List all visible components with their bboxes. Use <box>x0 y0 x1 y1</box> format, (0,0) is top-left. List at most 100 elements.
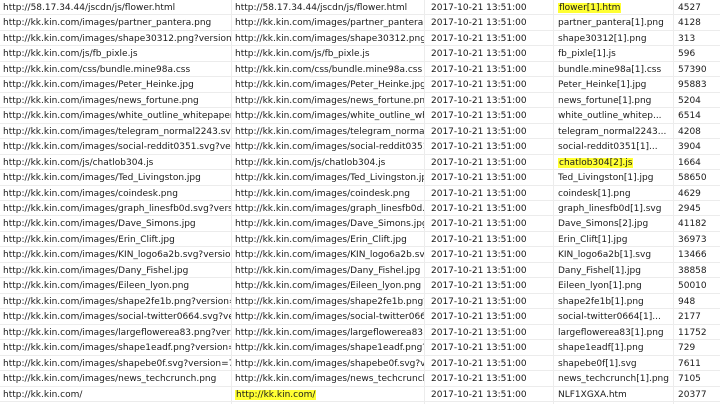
filename-cell-text: chatlob304[2].js <box>558 157 634 168</box>
url-cell: http://kk.kin.com/images/telegram_normal… <box>0 123 232 141</box>
url-cell-text: http://kk.kin.com/js/fb_pixle.js <box>3 49 138 60</box>
size-cell: 4527 <box>674 0 720 17</box>
size-cell: 7611 <box>674 356 720 373</box>
referrer-cell-text: http://kk.kin.com/images/coindesk.png <box>235 188 410 199</box>
filename-cell: flower[1].htm <box>554 0 674 17</box>
table-row[interactable]: http://kk.kin.com/images/graph_linesfb0d… <box>0 201 720 218</box>
table-row[interactable]: http://kk.kin.com/images/KIN_logo6a2b.sv… <box>0 247 720 265</box>
table-row[interactable]: http://kk.kin.com/js/fb_pixle.js http://k… <box>0 46 720 64</box>
filename-cell: graph_linesfb0d[1].svg <box>554 201 674 218</box>
referrer-cell: http://kk.kin.com/images/Eileen_lyon.png <box>232 278 425 296</box>
table-row[interactable]: http://kk.kin.com/images/Dany_Fishel.jpg… <box>0 262 720 280</box>
filename-cell-text: telegram_normal2243... <box>558 126 667 137</box>
referrer-cell-text: http://kk.kin.com/images/white_outline_w… <box>235 111 425 122</box>
referrer-cell: http://kk.kin.com/images/shapebe0f.svg?v… <box>232 355 425 373</box>
filename-cell-text: bundle.mine98a[1].css <box>558 64 662 75</box>
url-cell-text: http://kk.kin.com/css/bundle.mine98a.css <box>3 64 191 75</box>
table-row[interactable]: http://kk.kin.com/js/chatlob304.js http:/… <box>0 154 720 172</box>
table-row[interactable]: http://kk.kin.com/css/bundle.mine98a.css… <box>0 61 720 79</box>
table-row[interactable]: http://kk.kin.com/images/news_fortune.pn… <box>0 92 720 110</box>
size-cell: 6514 <box>674 108 720 125</box>
size-cell: 729 <box>674 340 720 357</box>
referrer-cell-text: http://kk.kin.com/js/fb_pixle.js <box>235 49 370 60</box>
table-row[interactable]: http://kk.kin.com/images/coindesk.png htt… <box>0 185 720 203</box>
table-row[interactable]: http://kk.kin.com/images/white_outline_w… <box>0 108 720 126</box>
table-row[interactable]: http://kk.kin.com/images/social-twitter0… <box>0 309 720 327</box>
date-cell-text: 2017-10-21 13:51:00 <box>431 312 527 323</box>
date-cell-text: 2017-10-21 13:51:00 <box>431 265 527 276</box>
date-cell-text: 2017-10-21 13:51:00 <box>431 374 527 385</box>
url-cell-text: http://kk.kin.com/images/white_outline_w… <box>3 111 232 122</box>
filename-cell: Peter_Heinke[1].jpg <box>554 77 674 95</box>
table-row[interactable]: http://kk.kin.com/images/news_techcrunch… <box>0 371 720 389</box>
table-row[interactable]: http://kk.kin.com/images/shapebe0f.svg?v… <box>0 355 720 373</box>
date-cell-text: 2017-10-21 13:51:00 <box>431 173 527 184</box>
url-cell-text: http://kk.kin.com/images/shapebe0f.svg?v… <box>3 358 231 369</box>
filename-cell: coindesk[1].png <box>554 185 674 203</box>
referrer-cell: http://kk.kin.com/images/white_outline_w… <box>232 108 425 126</box>
filename-cell-text: largeflowerea83[1].png <box>558 327 664 338</box>
filename-cell-text: NLF1XGXA.htm <box>558 389 627 400</box>
referrer-cell-text: http://kk.kin.com/images/Dany_Fishel.jpg <box>235 265 421 276</box>
table-row[interactable]: http://kk.kin.com/images/shape30312.png?… <box>0 30 720 48</box>
table-row[interactable]: http://kk.kin.com/images/Ted_Livingston.… <box>0 170 720 188</box>
size-cell: 4629 <box>674 186 720 203</box>
url-cell: http://kk.kin.com/images/Peter_Heinke.jp… <box>0 77 232 95</box>
url-cell: http://kk.kin.com/images/partner_pantera… <box>0 15 232 33</box>
table-row[interactable]: http://kk.kin.com/images/shape2fe1b.png?… <box>0 293 720 311</box>
date-cell-text: 2017-10-21 13:51:00 <box>431 188 527 199</box>
date-cell: 2017-10-21 13:51:00 <box>425 247 554 265</box>
date-cell: 2017-10-21 13:51:00 <box>425 15 554 33</box>
date-cell: 2017-10-21 13:51:00 <box>425 139 554 157</box>
table-row[interactable]: http://kk.kin.com/images/telegram_normal… <box>0 123 720 141</box>
url-cell: http://kk.kin.com/js/fb_pixle.js <box>0 46 232 64</box>
referrer-cell-text: http://kk.kin.com/images/Eileen_lyon.png <box>235 281 422 292</box>
referrer-cell-text: http://kk.kin.com/images/telegram_normal… <box>235 126 425 137</box>
size-cell-text: 729 <box>678 343 696 354</box>
table-row[interactable]: http://kk.kin.com/images/Erin_Clift.jpg h… <box>0 231 720 249</box>
table-row[interactable]: http://kk.kin.com/images/Dave_Simons.jpg… <box>0 216 720 234</box>
table-row[interactable]: http://58.17.34.44/jscdn/js/flower.html h… <box>0 0 720 17</box>
table-row[interactable]: http://kk.kin.com/images/partner_pantera… <box>0 15 720 33</box>
url-cell: http://kk.kin.com/css/bundle.mine98a.css <box>0 61 232 79</box>
table-row[interactable]: http://kk.kin.com/http://kk.kin.com/2017… <box>0 386 720 404</box>
date-cell: 2017-10-21 13:51:00 <box>425 0 554 17</box>
referrer-cell: http://kk.kin.com/images/telegram_normal… <box>232 123 425 141</box>
size-cell: 2945 <box>674 201 720 218</box>
url-cell-text: http://kk.kin.com/ <box>3 389 83 400</box>
filename-cell: telegram_normal2243... <box>554 123 674 141</box>
filename-cell-text: Eileen_lyon[1].png <box>558 281 642 292</box>
referrer-cell-text: http://kk.kin.com/images/news_techcrunch… <box>235 374 424 385</box>
table-row[interactable]: http://kk.kin.com/images/Peter_Heinke.jp… <box>0 77 720 95</box>
filename-cell-text: Erin_Clift[1].jpg <box>558 234 628 245</box>
table-row[interactable]: http://kk.kin.com/images/Eileen_lyon.png… <box>0 278 720 296</box>
date-cell-text: 2017-10-21 13:51:00 <box>431 95 527 106</box>
size-cell: 41182 <box>674 216 720 233</box>
filename-cell: news_techcrunch[1].png <box>554 371 674 389</box>
referrer-cell: http://kk.kin.com/js/fb_pixle.js <box>232 46 425 64</box>
table-row[interactable]: http://kk.kin.com/images/shape1eadf.png?… <box>0 340 720 358</box>
filename-cell-text: graph_linesfb0d[1].svg <box>558 204 662 214</box>
date-cell: 2017-10-21 13:51:00 <box>425 30 554 48</box>
url-cell: http://kk.kin.com/images/Eileen_lyon.png <box>0 278 232 296</box>
size-cell: 11752 <box>674 325 720 342</box>
referrer-cell: http://kk.kin.com/images/Erin_Clift.jpg <box>232 231 425 249</box>
size-cell-text: 596 <box>678 49 696 60</box>
table-row[interactable]: http://kk.kin.com/images/largeflowerea83… <box>0 324 720 342</box>
filename-cell-text: social-reddit0351[1]... <box>558 142 658 153</box>
url-cell-text: http://kk.kin.com/images/social-reddit03… <box>3 142 231 153</box>
table-row[interactable]: http://kk.kin.com/images/social-reddit03… <box>0 139 720 157</box>
referrer-cell-text: http://kk.kin.com/images/shape30312.png?… <box>235 33 424 44</box>
size-cell: 36973 <box>674 232 720 249</box>
date-cell-text: 2017-10-21 13:51:00 <box>431 142 527 153</box>
url-cell-text: http://kk.kin.com/images/shape2fe1b.png?… <box>3 296 231 307</box>
referrer-cell: http://kk.kin.com/images/news_fortune.pn… <box>232 92 425 110</box>
size-cell-text: 948 <box>678 296 696 307</box>
filename-cell: Ted_Livingston[1].jpg <box>554 170 674 188</box>
url-cell: http://kk.kin.com/images/news_techcrunch… <box>0 371 232 389</box>
date-cell: 2017-10-21 13:51:00 <box>425 185 554 203</box>
size-cell-text: 95883 <box>678 80 707 91</box>
size-cell-text: 38858 <box>678 265 707 276</box>
referrer-cell-text: http://kk.kin.com/images/Erin_Clift.jpg <box>235 234 407 245</box>
filename-cell: Eileen_lyon[1].png <box>554 278 674 296</box>
